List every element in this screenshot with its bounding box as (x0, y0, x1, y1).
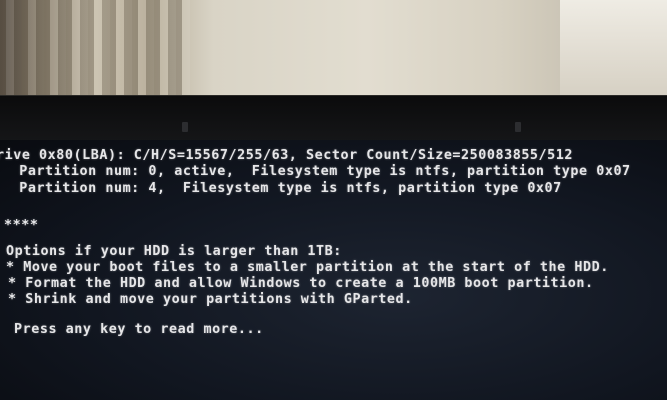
monitor-bezel (0, 95, 667, 146)
drive-info-line: rive 0x80(LBA): C/H/S=15567/255/63, Sect… (0, 148, 573, 163)
room-background (0, 0, 667, 100)
bezel-clip-left (182, 122, 188, 132)
window-light (560, 0, 667, 100)
partition-line-0: Partition num: 0, active, Filesystem typ… (2, 164, 631, 179)
press-any-key-prompt: Press any key to read more... (14, 322, 264, 337)
curtain (0, 0, 190, 100)
option-format-hdd: * Format the HDD and allow Windows to cr… (8, 276, 594, 291)
separator-line: **** (4, 218, 39, 233)
bezel-clip-right (515, 122, 521, 132)
partition-line-4: Partition num: 4, Filesystem type is ntf… (2, 181, 562, 196)
console-screen: rive 0x80(LBA): C/H/S=15567/255/63, Sect… (0, 140, 667, 400)
option-move-boot-files: * Move your boot files to a smaller part… (6, 260, 609, 275)
options-heading: Options if your HDD is larger than 1TB: (6, 244, 342, 259)
option-shrink-partitions: * Shrink and move your partitions with G… (8, 292, 413, 307)
